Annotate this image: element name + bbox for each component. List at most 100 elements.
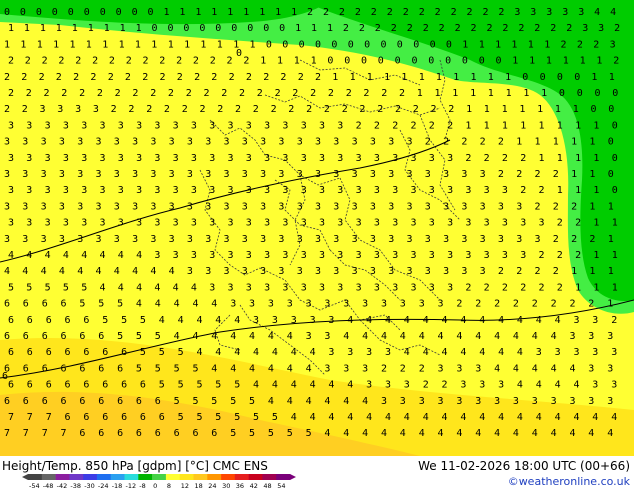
grid-value: 4 [574,380,580,391]
grid-value: 5 [140,347,146,358]
grid-value: 6 [65,315,71,326]
grid-value: 4 [517,380,523,391]
grid-value: 6 [211,428,217,439]
grid-value: 3 [45,185,51,196]
grid-value: 4 [381,331,387,342]
grid-value: 3 [22,137,28,148]
grid-value: 2 [355,7,361,18]
grid-value: 1 [102,39,108,50]
grid-value: 2 [456,299,462,310]
grid-value: 3 [41,137,47,148]
grid-value: 2 [8,56,14,67]
grid-value: 1 [479,39,485,50]
grid-value: 4 [517,315,523,326]
grid-value: 3 [264,185,270,196]
legend-swatch [83,474,98,480]
grid-value: 6 [79,396,85,407]
grid-value: 3 [228,218,234,229]
grid-value: 6 [27,380,33,391]
grid-value: 6 [61,331,67,342]
grid-value: 4 [498,315,504,326]
grid-value: 1 [401,72,407,83]
grid-value: 6 [136,396,142,407]
grid-value: 3 [187,234,193,245]
grid-value: 2 [494,299,500,310]
grid-value: 3 [407,266,413,277]
grid-value: 1 [184,39,190,50]
grid-value: 2 [566,23,572,34]
grid-value: 2 [280,72,286,83]
legend-tick: 0 [153,482,157,489]
grid-value: 1 [488,72,494,83]
grid-value: 3 [41,234,47,245]
grid-value: 2 [193,56,199,67]
grid-value: 2 [271,104,277,115]
grid-value: 3 [41,169,47,180]
grid-value: 0 [199,23,205,34]
grid-value: 0 [522,72,528,83]
grid-value: 4 [154,282,160,293]
grid-value: 4 [310,347,316,358]
grid-value: 5 [79,299,85,310]
grid-value: 2 [92,56,98,67]
grid-value: 3 [8,153,14,164]
grid-value: 1 [546,56,552,67]
grid-value: 1 [53,39,59,50]
grid-value: 3 [411,153,417,164]
grid-value: 2 [465,282,471,293]
grid-value: 3 [374,218,380,229]
grid-value: 4 [381,428,387,439]
grid-value: 2 [143,56,149,67]
map-footer: Height/Temp. 850 hPa [gdpm] [°C] CMC ENS… [0,456,634,490]
grid-value: 2 [26,88,32,99]
grid-value: 6 [27,347,33,358]
grid-value: 1 [86,39,92,50]
grid-value: 3 [114,201,120,212]
grid-value: 3 [169,169,175,180]
grid-value: 3 [278,137,284,148]
grid-value: 0 [608,104,614,115]
grid-value: 2 [516,266,522,277]
grid-value: 4 [555,412,561,423]
grid-value: 0 [381,39,387,50]
grid-value: 3 [150,201,156,212]
grid-value: 3 [370,169,376,180]
grid-value: 2 [399,88,405,99]
grid-value: 3 [26,153,32,164]
grid-value: 3 [411,282,417,293]
grid-value: 3 [315,137,321,148]
grid-value: 0 [577,88,583,99]
grid-value: 3 [438,299,444,310]
grid-value: 4 [594,7,600,18]
grid-value: 2 [79,88,85,99]
grid-value: 2 [128,104,134,115]
grid-value: 1 [135,39,141,50]
credit-link[interactable]: ©weatheronline.co.uk [508,475,630,488]
grid-value: 4 [136,299,142,310]
grid-value: 2 [339,7,345,18]
grid-value: 1 [465,120,471,131]
grid-value: 4 [460,315,466,326]
grid-value: 2 [498,137,504,148]
grid-value: 3 [516,234,522,245]
grid-value: 3 [118,185,124,196]
legend-swatch [124,474,139,480]
grid-value: 2 [455,23,461,34]
legend-swatch [138,474,153,480]
grid-value: 2 [411,120,417,131]
grid-value: 3 [209,282,215,293]
grid-value: 5 [117,299,123,310]
grid-value: 5 [197,380,203,391]
grid-value: 3 [301,153,307,164]
grid-value: 2 [520,185,526,196]
grid-value: 4 [404,347,410,358]
grid-value: 6 [98,363,104,374]
grid-value: 2 [480,137,486,148]
grid-value: 0 [152,23,158,34]
grid-value: 4 [41,266,47,277]
grid-value: 4 [607,428,613,439]
grid-value: 3 [498,380,504,391]
grid-value: 3 [242,266,248,277]
grid-value: 0 [559,88,565,99]
grid-value: 5 [268,428,274,439]
